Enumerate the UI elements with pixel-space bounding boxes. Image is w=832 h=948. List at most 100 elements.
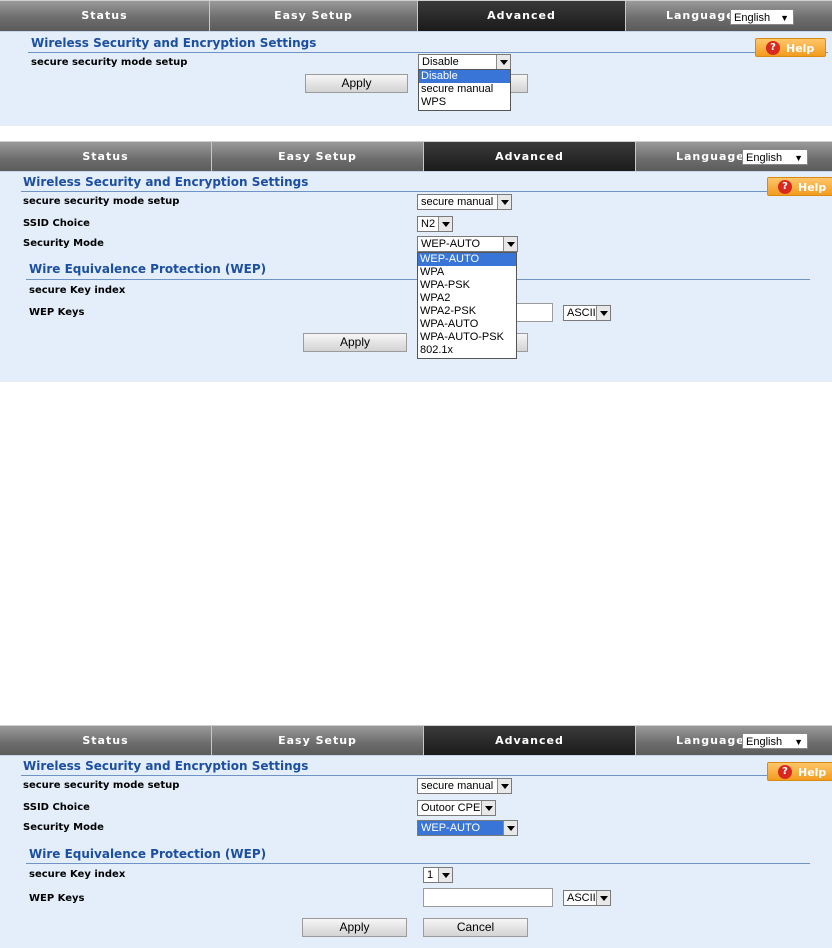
mode-dropdown: Disable secure manual WPS [418, 69, 511, 111]
help-button[interactable]: ? Help [755, 38, 826, 57]
security-mode-select[interactable]: WEP-AUTO [417, 820, 518, 836]
ssid-label: SSID Choice [23, 802, 90, 813]
panel-wep-settings: Status Easy Setup Advanced Language Engl… [0, 725, 832, 948]
top-nav: Status Easy Setup Advanced Language Engl… [0, 141, 832, 172]
tab-advanced[interactable]: Advanced [423, 726, 635, 756]
question-icon: ? [778, 765, 792, 779]
help-label: Help [786, 42, 815, 55]
mode-select[interactable]: secure manual [417, 778, 512, 794]
chevron-down-icon [438, 217, 452, 231]
section-title: Wireless Security and Encryption Setting… [31, 36, 317, 50]
apply-button[interactable]: Apply [302, 918, 407, 937]
language-select[interactable]: English ▼ [742, 149, 808, 165]
chevron-down-icon: ▼ [780, 13, 789, 23]
key-index-label: secure Key index [29, 869, 126, 880]
content-area: Wireless Security and Encryption Setting… [0, 755, 832, 948]
language-value: English [746, 736, 783, 748]
mode-select[interactable]: Disable [418, 54, 511, 70]
tab-easy-setup[interactable]: Easy Setup [211, 726, 423, 756]
key-format-value: ASCII [567, 892, 596, 904]
wep-section-title: Wire Equivalence Protection (WEP) [29, 847, 267, 861]
option-wpa2[interactable]: WPA2 [418, 292, 516, 305]
security-mode-label: Security Mode [23, 822, 104, 833]
wep-section-title: Wire Equivalence Protection (WEP) [29, 262, 267, 276]
wep-key-input[interactable] [423, 888, 553, 907]
question-icon: ? [778, 180, 792, 194]
option-disable[interactable]: Disable [419, 70, 510, 83]
language-select[interactable]: English ▼ [730, 9, 794, 25]
language-value: English [734, 12, 771, 24]
key-format-select[interactable]: ASCII [563, 305, 611, 321]
content-area: Wireless Security and Encryption Setting… [0, 31, 832, 126]
chevron-down-icon [497, 779, 511, 793]
language-select[interactable]: English ▼ [742, 733, 808, 749]
help-label: Help [798, 181, 827, 194]
help-button[interactable]: ? Help [767, 762, 832, 781]
option-wpa-auto[interactable]: WPA-AUTO [418, 318, 516, 331]
ssid-label: SSID Choice [23, 218, 90, 229]
option-wpa-psk[interactable]: WPA-PSK [418, 279, 516, 292]
tab-easy-setup[interactable]: Easy Setup [211, 142, 423, 172]
apply-button[interactable]: Apply [305, 74, 408, 93]
panel-security-dropdown: Status Easy Setup Advanced Language Engl… [0, 141, 832, 382]
mode-label: secure security mode setup [31, 57, 188, 68]
panel-disable-mode: Status Easy Setup Advanced Language Engl… [0, 0, 832, 126]
key-index-label: secure Key index [29, 285, 126, 296]
chevron-down-icon [497, 195, 511, 209]
tab-language: Language [625, 1, 832, 31]
security-mode-select[interactable]: WEP-AUTO [417, 236, 518, 252]
key-format-value: ASCII [567, 307, 596, 319]
tab-easy-setup[interactable]: Easy Setup [209, 1, 417, 31]
key-index-select[interactable]: 1 [423, 867, 453, 883]
cancel-button-partial[interactable] [508, 74, 528, 93]
tab-advanced[interactable]: Advanced [417, 1, 625, 31]
section-title: Wireless Security and Encryption Setting… [23, 759, 309, 773]
help-label: Help [798, 766, 827, 779]
divider [21, 191, 829, 192]
language-value: English [746, 152, 783, 164]
top-nav: Status Easy Setup Advanced Language Engl… [0, 0, 832, 31]
divider [28, 52, 828, 53]
security-mode-value: WEP-AUTO [421, 822, 481, 834]
wep-keys-label: WEP Keys [29, 307, 85, 318]
option-wpa2-psk[interactable]: WPA2-PSK [418, 305, 516, 318]
option-wep-auto[interactable]: WEP-AUTO [418, 253, 516, 266]
language-label: Language [666, 9, 735, 22]
tab-status[interactable]: Status [0, 142, 211, 172]
mode-label: secure security mode setup [23, 196, 180, 207]
security-mode-dropdown: WEP-AUTO WPA WPA-PSK WPA2 WPA2-PSK WPA-A… [417, 252, 517, 359]
chevron-down-icon [596, 891, 610, 905]
option-wpa-auto-psk[interactable]: WPA-AUTO-PSK [418, 331, 516, 344]
mode-select[interactable]: secure manual [417, 194, 512, 210]
option-8021x[interactable]: 802.1x [418, 344, 516, 357]
option-secure-manual[interactable]: secure manual [419, 83, 510, 96]
top-nav: Status Easy Setup Advanced Language Engl… [0, 725, 832, 756]
mode-value: Disable [422, 56, 459, 68]
divider [21, 775, 829, 776]
mode-value: secure manual [421, 196, 494, 208]
help-button[interactable]: ? Help [767, 177, 832, 196]
key-format-select[interactable]: ASCII [563, 890, 611, 906]
question-icon: ? [766, 41, 780, 55]
chevron-down-icon: ▼ [794, 153, 803, 163]
chevron-down-icon [596, 306, 610, 320]
ssid-select[interactable]: N2 [417, 216, 453, 232]
security-mode-value: WEP-AUTO [421, 238, 481, 250]
security-mode-label: Security Mode [23, 238, 104, 249]
option-wpa[interactable]: WPA [418, 266, 516, 279]
ssid-value: Outoor CPE [421, 802, 481, 814]
chevron-down-icon [496, 55, 510, 69]
ssid-select[interactable]: Outoor CPE [417, 800, 496, 816]
mode-value: secure manual [421, 780, 494, 792]
apply-button[interactable]: Apply [303, 333, 407, 352]
tab-status[interactable]: Status [0, 1, 209, 31]
content-area: Wireless Security and Encryption Setting… [0, 171, 832, 382]
language-label: Language [676, 150, 745, 163]
cancel-button[interactable]: Cancel [423, 918, 528, 937]
chevron-down-icon: ▼ [794, 737, 803, 747]
ssid-value: N2 [421, 218, 436, 230]
key-index-value: 1 [427, 869, 434, 881]
tab-advanced[interactable]: Advanced [423, 142, 635, 172]
tab-status[interactable]: Status [0, 726, 211, 756]
option-wps[interactable]: WPS [419, 96, 510, 109]
